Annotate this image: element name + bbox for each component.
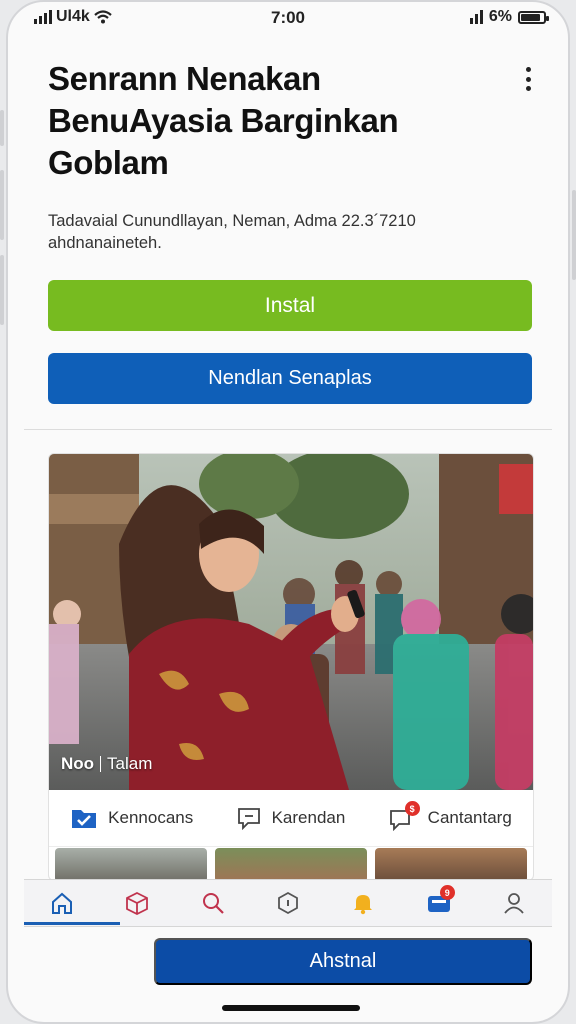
folder-check-icon (72, 810, 97, 828)
cell-signal-icon (469, 10, 483, 24)
tab-shield[interactable] (268, 883, 308, 923)
caption-logo: Noo (61, 754, 95, 773)
app-description: Tadavaial Cunundllayan, Neman, Adma 22.3… (48, 212, 416, 252)
tab-box[interactable] (117, 883, 157, 923)
more-options-icon[interactable] (518, 64, 538, 94)
tab-notifications[interactable] (343, 883, 383, 923)
phone-frame: Ul4k 7:00 6% Senrann Nenakan BenuAyasia … (6, 0, 570, 1024)
install-button[interactable]: Instal (48, 280, 532, 331)
section-divider (24, 429, 552, 430)
thumbnail[interactable] (375, 848, 527, 880)
action-save-label: Kennocans (108, 808, 194, 827)
street-market-photo[interactable] (49, 454, 533, 790)
bottom-action-button[interactable]: Ahstnal (154, 938, 532, 985)
action-comment-label: Karendan (271, 808, 346, 827)
bottom-tab-bar: 9 (24, 879, 552, 927)
thumbnail[interactable] (215, 848, 367, 880)
home-icon (51, 892, 72, 914)
shield-icon (278, 891, 298, 915)
card-action-row: Kennocans Karendan $ Cantantarg (49, 790, 533, 847)
action-save[interactable]: Kennocans (70, 806, 193, 830)
caption-separator (100, 756, 102, 772)
thumbnail-strip (55, 848, 527, 880)
active-tab-indicator (24, 922, 120, 925)
tab-search[interactable] (193, 883, 233, 923)
action-chat-label: Cantantarg (427, 808, 512, 827)
battery-fill (521, 13, 540, 21)
bell-icon (354, 895, 373, 915)
profile-icon (504, 893, 524, 914)
thumbnail[interactable] (55, 848, 207, 880)
tab-home[interactable] (42, 883, 82, 923)
battery-percent: 6% (488, 8, 512, 25)
status-bar: Ul4k 7:00 6% (8, 2, 568, 36)
battery-icon (518, 10, 549, 24)
comment-icon (237, 808, 260, 830)
tab-wallet[interactable]: 9 (419, 883, 459, 923)
tab-profile[interactable] (494, 883, 534, 923)
home-indicator[interactable] (222, 1005, 360, 1011)
photo-caption: Noo Talam (61, 754, 152, 774)
search-icon (202, 893, 224, 914)
media-card: Noo Talam Kennocans Karendan $ Cantantar… (48, 453, 534, 881)
app-title: Senrann Nenakan BenuAyasia Barginkan Gob… (48, 60, 399, 181)
action-chat[interactable]: $ Cantantarg (388, 801, 512, 832)
chat-badge: $ (404, 801, 420, 816)
battery-group: 6% (469, 8, 549, 26)
box-icon (126, 891, 149, 916)
caption-text: Talam (107, 754, 153, 773)
secondary-action-button[interactable]: Nendlan Senaplas (48, 353, 532, 404)
action-comment[interactable]: Karendan (236, 806, 346, 830)
wallet-badge: 9 (439, 885, 455, 900)
